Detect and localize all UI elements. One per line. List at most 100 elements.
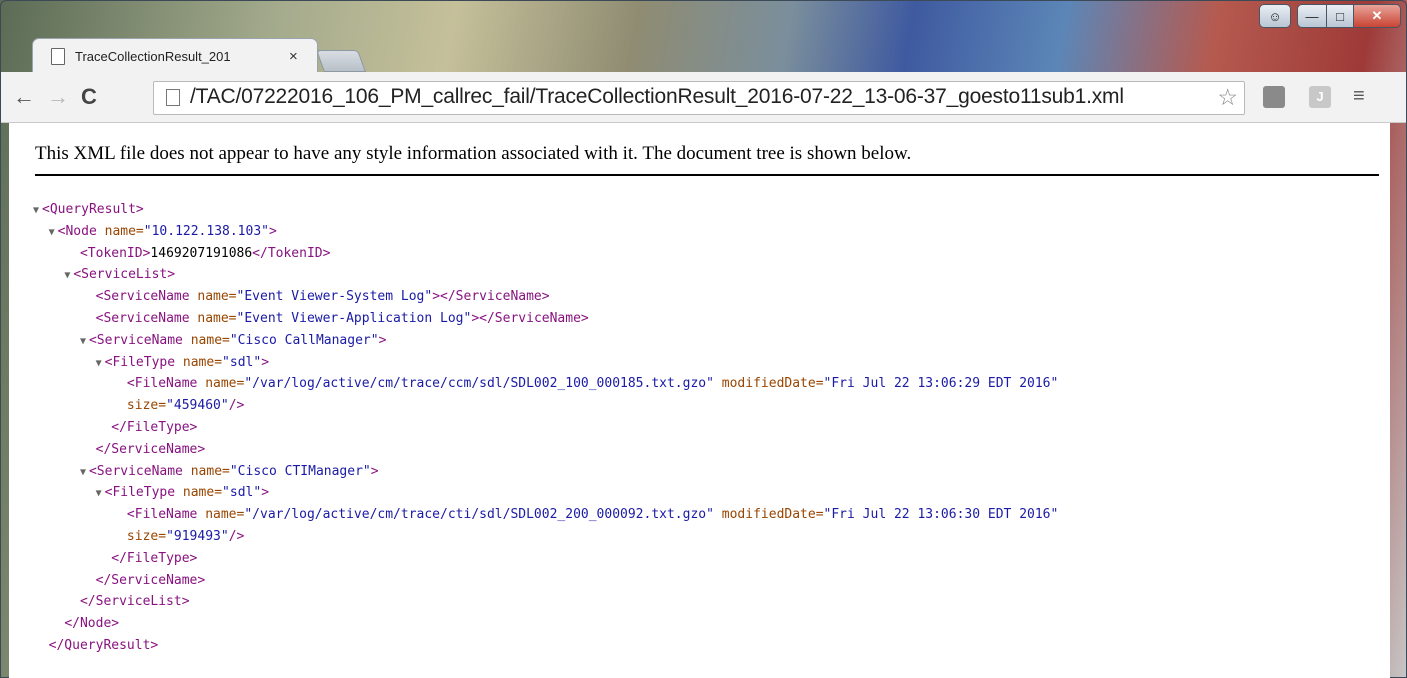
address-bar[interactable]: /TAC/07222016_106_PM_callrec_fail/TraceC… <box>153 81 1245 115</box>
xml-attribute-name: name= <box>182 354 223 370</box>
back-button[interactable]: ← <box>13 84 35 110</box>
xml-line: size="919493"/> <box>33 526 1058 548</box>
xml-attribute-name: name= <box>205 376 245 392</box>
page-icon <box>166 89 180 106</box>
xml-attribute-value: "Event Viewer-Application Log" <box>236 310 472 326</box>
xml-tag: > <box>261 485 270 501</box>
xml-tag: </ServiceName> <box>95 572 206 588</box>
xml-tag: <QueryResult> <box>42 202 144 217</box>
browser-tab[interactable]: TraceCollectionResult_201 × <box>32 38 318 73</box>
xml-attribute-value: "sdl" <box>222 354 262 370</box>
collapse-arrow-icon[interactable]: ▼ <box>80 462 89 484</box>
xml-attribute-value: "Cisco CTIManager" <box>229 463 371 479</box>
xml-tag: <Node <box>57 223 105 239</box>
xml-attribute-name: modifiedDate= <box>713 507 824 523</box>
xml-attribute-value: "/var/log/active/cm/trace/cti/sdl/SDL002… <box>244 507 714 523</box>
divider <box>35 174 1379 176</box>
xml-attribute-value: "/var/log/active/cm/trace/ccm/sdl/SDL002… <box>244 376 714 392</box>
window-controls: ☺ — □ ✕ <box>1259 4 1401 28</box>
xml-tag: <FileType <box>104 354 183 370</box>
new-tab-button[interactable] <box>315 50 367 72</box>
xml-tree: ▼ <QueryResult> ▼ <Node name="10.122.138.1… <box>33 199 1058 657</box>
collapse-arrow-icon[interactable]: ▼ <box>96 353 105 375</box>
xml-tag: <FileName <box>126 507 206 523</box>
xml-attribute-name: modifiedDate= <box>713 376 824 392</box>
xml-attribute-value: "10.122.138.103" <box>143 223 269 239</box>
collapse-arrow-icon[interactable]: ▼ <box>80 331 89 353</box>
xml-line: </Node> <box>33 613 1058 635</box>
xml-attribute-value: "sdl" <box>222 485 262 501</box>
xml-tag: <TokenID> <box>79 245 151 261</box>
xml-attribute-name: size= <box>126 528 167 544</box>
xml-tag: > <box>370 463 379 479</box>
tab-title: TraceCollectionResult_201 <box>75 48 231 64</box>
xml-tag: <ServiceList> <box>73 267 176 283</box>
xml-tag: > <box>378 332 387 348</box>
xml-attribute-name: name= <box>197 310 237 326</box>
url-text[interactable]: /TAC/07222016_106_PM_callrec_fail/TraceC… <box>190 85 1124 109</box>
xml-tag: /> <box>228 528 245 544</box>
xml-line: ▼ <FileType name="sdl"> <box>33 352 1058 374</box>
xml-line: </QueryResult> <box>33 635 1058 657</box>
xml-tag: ></ServiceName> <box>432 289 550 305</box>
xml-tag: <ServiceName <box>95 289 198 305</box>
xml-notice: This XML file does not appear to have an… <box>35 143 912 164</box>
xml-line: ▼ <ServiceList> <box>33 264 1058 286</box>
xml-attribute-name: name= <box>205 507 245 523</box>
document-icon <box>51 47 65 65</box>
profile-icon[interactable]: ☺ <box>1259 4 1291 28</box>
bookmark-star-icon[interactable]: ☆ <box>1217 84 1238 111</box>
xml-attribute-name: size= <box>126 398 167 414</box>
collapse-arrow-icon[interactable]: ▼ <box>96 483 105 505</box>
xml-attribute-value: "Fri Jul 22 13:06:29 EDT 2016" <box>823 376 1059 392</box>
menu-icon[interactable]: ≡ <box>1353 85 1365 108</box>
xml-attribute-name: name= <box>104 223 144 239</box>
reload-button[interactable]: C <box>81 84 97 110</box>
xml-line: <ServiceName name="Event Viewer-Applicat… <box>33 308 1058 330</box>
xml-tag: </ServiceName> <box>95 441 206 457</box>
xml-tag: > <box>261 354 270 370</box>
collapse-arrow-icon[interactable]: ▼ <box>49 222 58 244</box>
xml-tag: </FileType> <box>111 550 198 566</box>
collapse-arrow-icon[interactable]: ▼ <box>64 265 73 287</box>
xml-line: ▼ <QueryResult> <box>33 199 1058 221</box>
xml-tag: /> <box>228 398 245 414</box>
xml-text: 1469207191086 <box>150 245 253 261</box>
xml-tag: <FileName <box>126 376 206 392</box>
xml-line: ▼ <ServiceName name="Cisco CTIManager"> <box>33 461 1058 483</box>
forward-button[interactable]: → <box>47 84 69 110</box>
browser-toolbar: ← → C /TAC/07222016_106_PM_callrec_fail/… <box>1 72 1406 123</box>
title-bar: ☺ — □ ✕ TraceCollectionResult_201 × <box>0 0 1407 73</box>
xml-line: <TokenID>1469207191086</TokenID> <box>33 243 1058 265</box>
xml-attribute-value: "Fri Jul 22 13:06:30 EDT 2016" <box>823 507 1059 523</box>
xml-line: ▼ <FileType name="sdl"> <box>33 482 1058 504</box>
xml-tag: > <box>269 223 277 239</box>
xml-tag: </ServiceList> <box>79 594 190 610</box>
xml-attribute-name: name= <box>197 289 237 305</box>
maximize-button[interactable]: □ <box>1327 4 1354 28</box>
xml-line: ▼ <Node name="10.122.138.103"> <box>33 221 1058 243</box>
xml-tag: <ServiceName <box>88 332 191 348</box>
xml-line: <ServiceName name="Event Viewer-System L… <box>33 286 1058 308</box>
extension-j-icon[interactable]: J <box>1309 86 1331 108</box>
xml-attribute-value: "Event Viewer-System Log" <box>236 289 433 305</box>
xml-attribute-name: name= <box>182 485 223 501</box>
xml-line: </FileType> <box>33 417 1058 439</box>
xml-tag: <ServiceName <box>88 463 191 479</box>
xml-line: <FileName name="/var/log/active/cm/trace… <box>33 504 1058 526</box>
collapse-arrow-icon[interactable]: ▼ <box>33 200 42 222</box>
xml-line: size="459460"/> <box>33 395 1058 417</box>
xml-line: </ServiceName> <box>33 439 1058 461</box>
xml-attribute-name: name= <box>190 332 230 348</box>
xml-line: </FileType> <box>33 548 1058 570</box>
xml-tag: </Node> <box>64 616 120 632</box>
xml-tag: <FileType <box>104 485 183 501</box>
extension-icon[interactable] <box>1263 86 1285 108</box>
page-content: This XML file does not appear to have an… <box>9 123 1390 678</box>
tab-close-icon[interactable]: × <box>289 48 298 65</box>
minimize-button[interactable]: — <box>1297 4 1327 28</box>
close-window-button[interactable]: ✕ <box>1354 4 1401 28</box>
xml-attribute-value: "459460" <box>166 398 229 414</box>
xml-attribute-name: name= <box>190 463 230 479</box>
xml-line: ▼ <ServiceName name="Cisco CallManager"> <box>33 330 1058 352</box>
